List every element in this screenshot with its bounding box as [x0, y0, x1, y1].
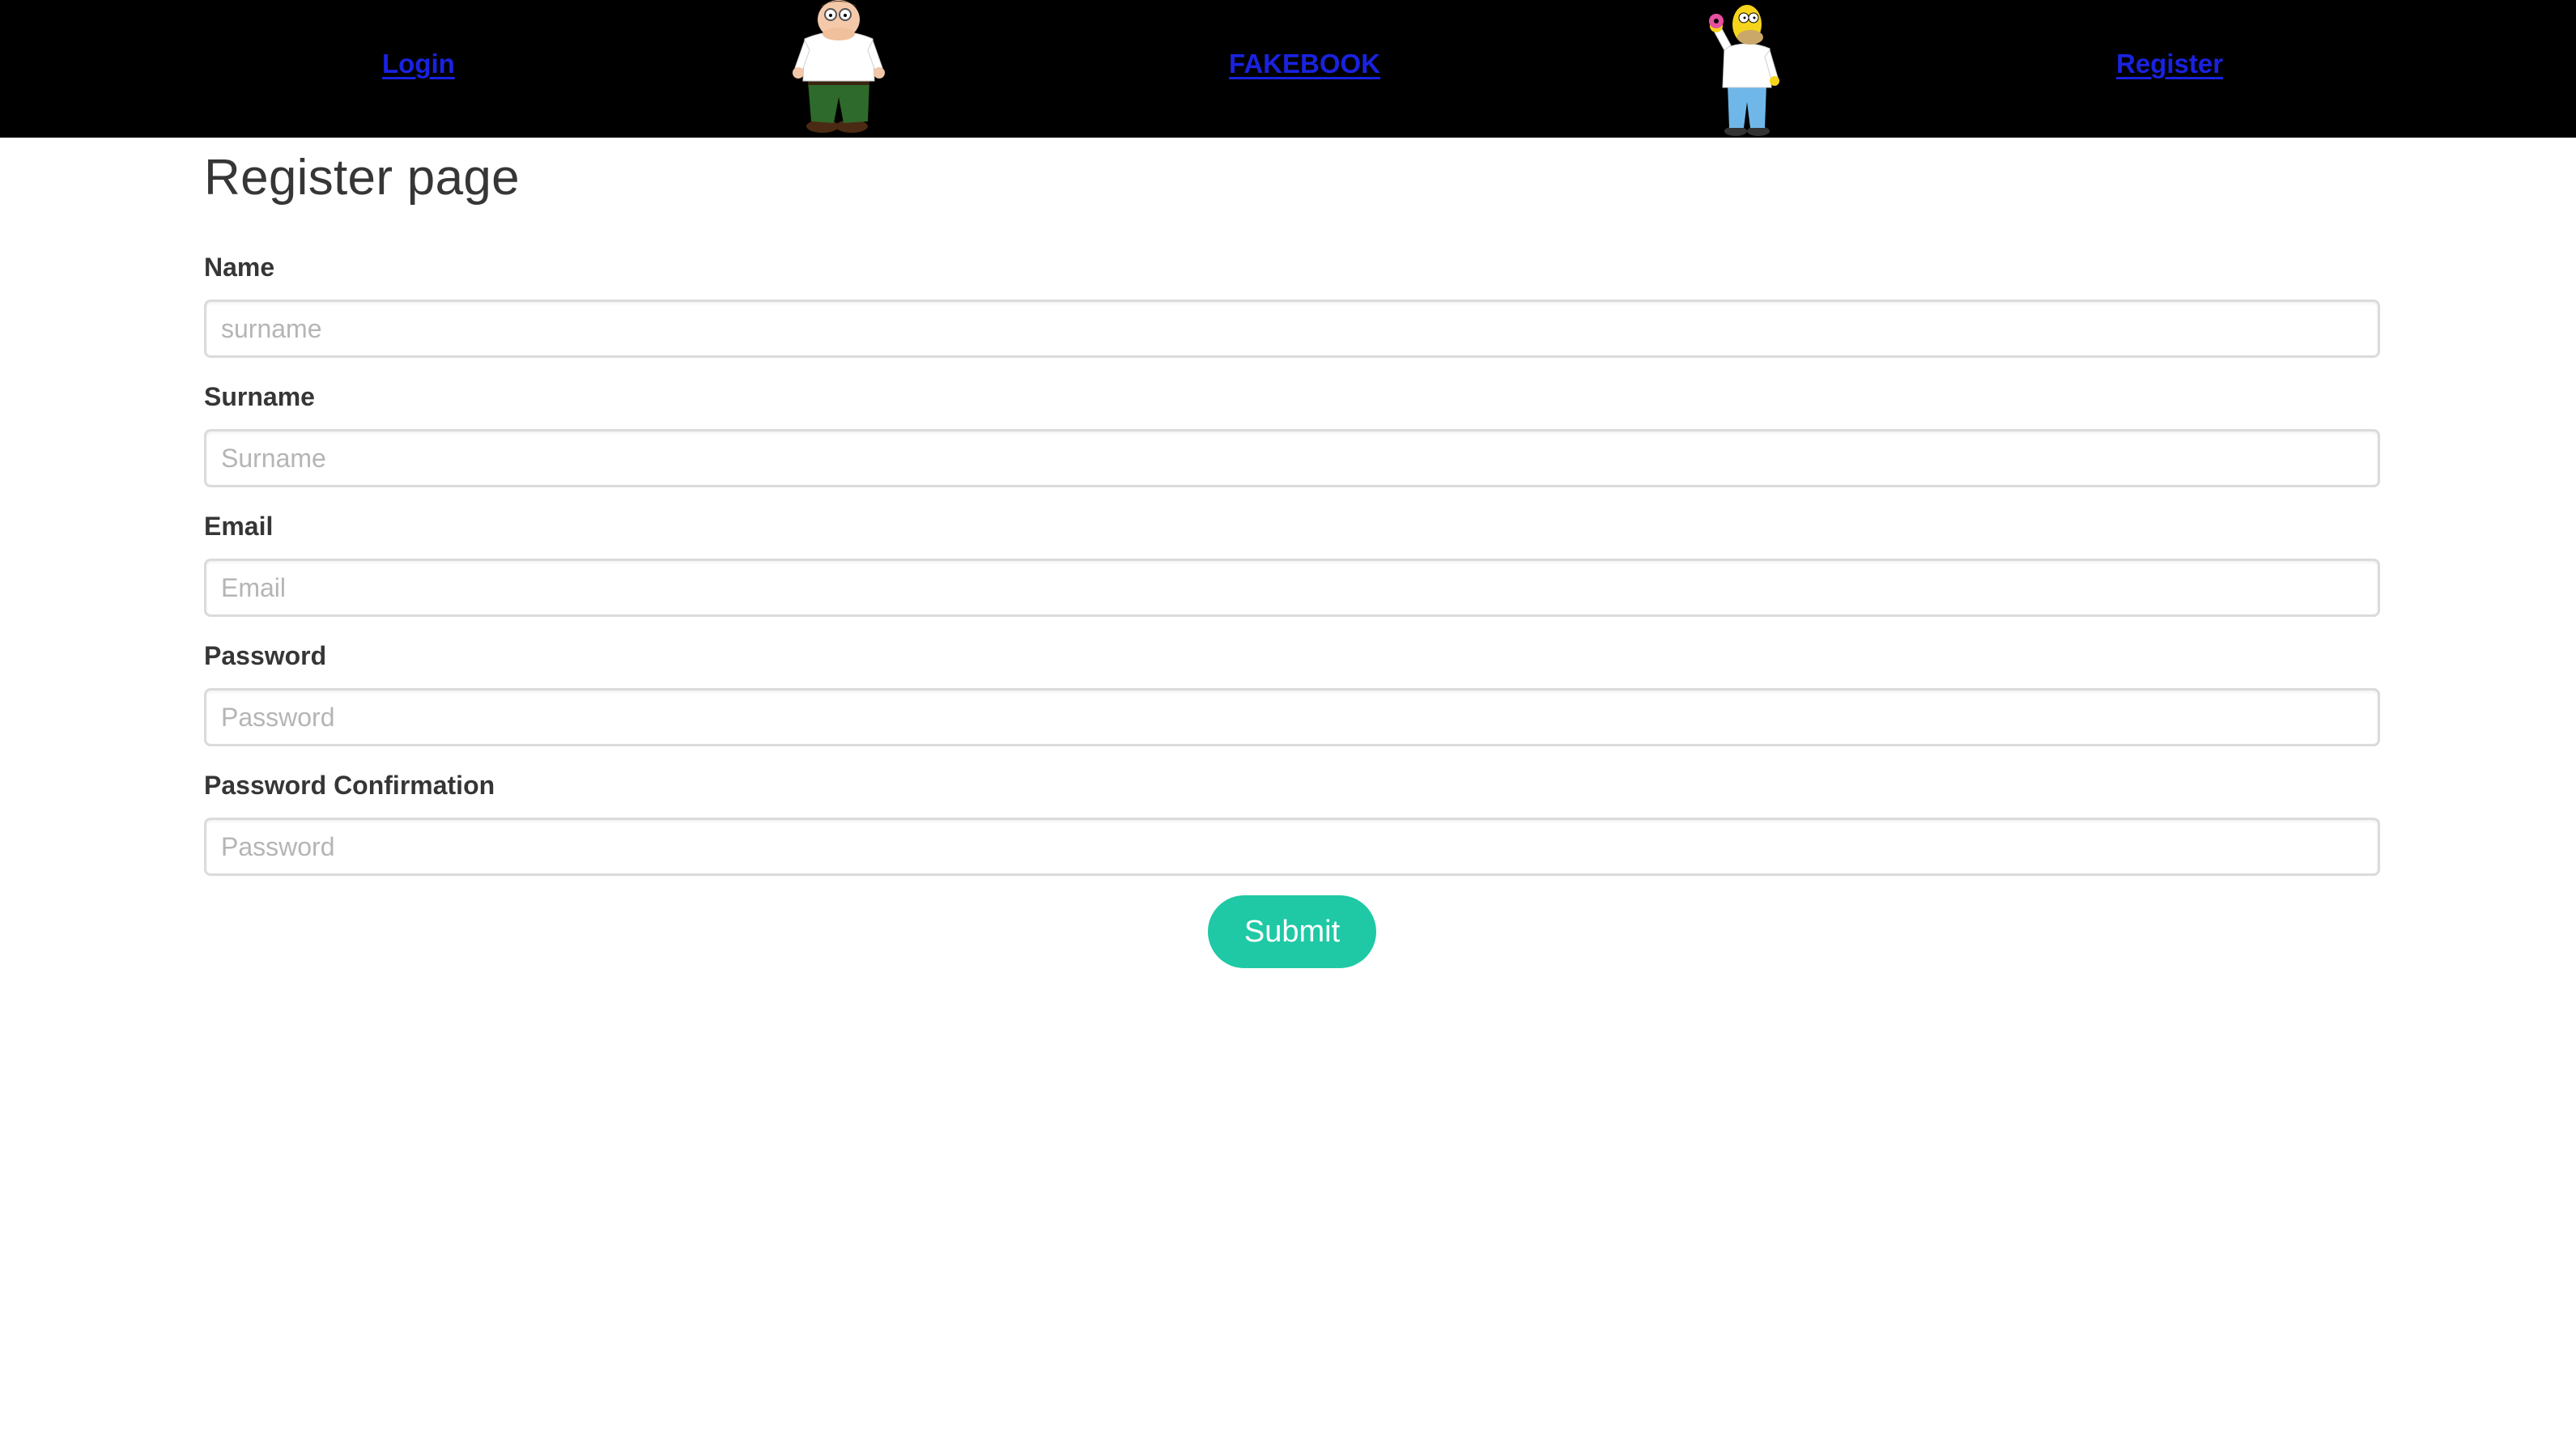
- surname-label: Surname: [204, 382, 315, 411]
- password-label: Password: [204, 641, 327, 670]
- homer-simpson-icon: [1709, 5, 1779, 136]
- fakebook-brand-link[interactable]: FAKEBOOK: [1229, 44, 1380, 84]
- login-link[interactable]: Login: [382, 44, 455, 84]
- name-label: Name: [204, 253, 275, 282]
- name-input[interactable]: [204, 300, 2380, 358]
- surname-input[interactable]: [204, 429, 2380, 487]
- submit-button[interactable]: Submit: [1208, 895, 1376, 968]
- email-input[interactable]: [204, 559, 2380, 617]
- register-link[interactable]: Register: [2116, 44, 2223, 84]
- password-confirmation-input[interactable]: [204, 818, 2380, 876]
- peter-griffin-icon: [793, 0, 885, 133]
- page-title: Register page: [204, 150, 520, 206]
- password-input[interactable]: [204, 688, 2380, 746]
- top-navbar: Login FAKEBOOK Register: [0, 0, 2576, 138]
- password-confirmation-label: Password Confirmation: [204, 771, 495, 800]
- email-label: Email: [204, 512, 274, 541]
